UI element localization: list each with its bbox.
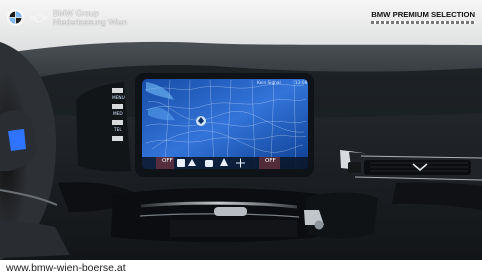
- right-temp-label: OFF: [265, 158, 276, 164]
- dealer-branding: BMW Group Niederlassung Wien: [6, 8, 127, 27]
- left-temp-label: OFF: [162, 158, 173, 164]
- menu-item-1: MENU: [112, 96, 125, 101]
- menu-item-3: TEL: [114, 128, 122, 133]
- photo-scene: [0, 0, 482, 277]
- program-underline: [371, 21, 475, 24]
- website-url: www.bmw-wien-boerse.at: [6, 262, 126, 274]
- mini-wings-icon: [30, 13, 48, 22]
- bmw-roundel-icon: [6, 8, 25, 27]
- dealer-name: BMW Group Niederlassung Wien: [53, 8, 128, 27]
- dealer-line-2: Niederlassung Wien: [53, 16, 128, 27]
- signal-status: Kein Signal: [257, 81, 281, 86]
- premium-selection-badge: BMW PREMIUM SELECTION: [371, 11, 475, 24]
- footer-bar: www.bmw-wien-boerse.at: [0, 260, 482, 277]
- clock: 13:08: [295, 81, 308, 86]
- program-label: BMW PREMIUM SELECTION: [371, 10, 475, 19]
- car-interior-photo: BMW Group Niederlassung Wien BMW PREMIUM…: [0, 0, 482, 277]
- menu-item-2: MED: [113, 112, 123, 117]
